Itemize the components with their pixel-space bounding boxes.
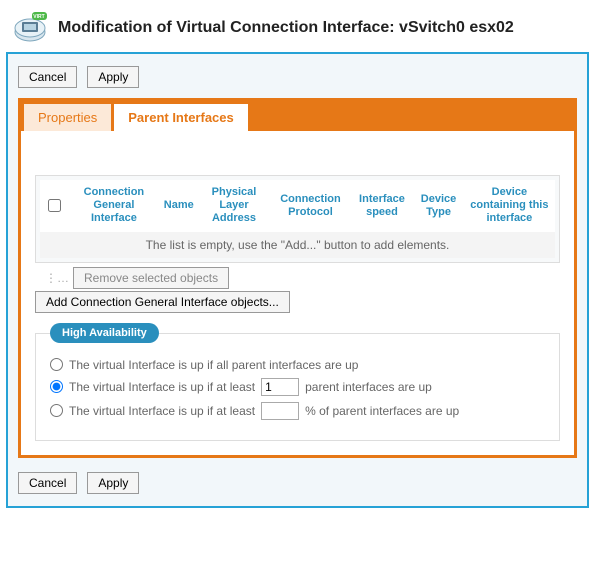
virt-icon: VIRT: [12, 10, 48, 46]
ha-option-atleast-count[interactable]: The virtual Interface is up if at least …: [50, 378, 545, 396]
ha-title-badge: High Availability: [50, 323, 159, 343]
tabs-container: Properties Parent Interfaces Connection …: [18, 98, 577, 458]
ha-opt3-suffix: % of parent interfaces are up: [305, 404, 459, 418]
apply-button-bottom[interactable]: Apply: [87, 472, 139, 494]
svg-text:VIRT: VIRT: [33, 14, 44, 20]
tabs-header: Properties Parent Interfaces: [21, 101, 574, 131]
tab-content: Connection General Interface Name Physic…: [21, 131, 574, 455]
col-device-containing[interactable]: Device containing this interface: [464, 180, 555, 232]
select-all-checkbox[interactable]: [48, 199, 61, 212]
page-title: Modification of Virtual Connection Inter…: [58, 19, 514, 37]
empty-message: The list is empty, use the "Add..." butt…: [40, 232, 555, 258]
ha-opt3-prefix: The virtual Interface is up if at least: [69, 404, 255, 418]
table-wrap: Connection General Interface Name Physic…: [35, 175, 560, 263]
ha-option-all-label: The virtual Interface is up if all paren…: [69, 358, 358, 372]
main-frame: Cancel Apply Properties Parent Interface…: [6, 52, 589, 508]
add-objects-button[interactable]: Add Connection General Interface objects…: [35, 291, 290, 313]
ha-option-atleast-percent[interactable]: The virtual Interface is up if at least …: [50, 402, 545, 420]
col-connection-protocol[interactable]: Connection Protocol: [270, 180, 350, 232]
window-header: VIRT Modification of Virtual Connection …: [0, 0, 595, 52]
tree-connector-icon: ⋮…: [45, 271, 69, 285]
ha-radio-atleast-percent[interactable]: [50, 404, 63, 417]
remove-selected-button[interactable]: Remove selected objects: [73, 267, 229, 289]
ha-opt2-suffix: parent interfaces are up: [305, 380, 432, 394]
apply-button-top[interactable]: Apply: [87, 66, 139, 88]
ha-percent-input[interactable]: [261, 402, 299, 420]
ha-radio-all[interactable]: [50, 358, 63, 371]
high-availability-section: High Availability The virtual Interface …: [35, 333, 560, 441]
cancel-button-top[interactable]: Cancel: [18, 66, 77, 88]
select-all-header[interactable]: [40, 180, 68, 232]
cancel-button-bottom[interactable]: Cancel: [18, 472, 77, 494]
below-table-actions: ⋮… Remove selected objects Add Connectio…: [35, 267, 560, 313]
ha-radio-atleast-count[interactable]: [50, 380, 63, 393]
bottom-button-row: Cancel Apply: [18, 472, 577, 494]
empty-row: The list is empty, use the "Add..." butt…: [40, 232, 555, 258]
col-connection-general-interface[interactable]: Connection General Interface: [68, 180, 160, 232]
tab-parent-interfaces[interactable]: Parent Interfaces: [114, 104, 248, 131]
top-button-row: Cancel Apply: [18, 66, 577, 88]
ha-option-all[interactable]: The virtual Interface is up if all paren…: [50, 358, 545, 372]
tab-properties[interactable]: Properties: [24, 104, 111, 131]
col-name[interactable]: Name: [160, 180, 198, 232]
col-interface-speed[interactable]: Interface speed: [351, 180, 414, 232]
ha-count-input[interactable]: [261, 378, 299, 396]
interfaces-table: Connection General Interface Name Physic…: [40, 180, 555, 258]
ha-opt2-prefix: The virtual Interface is up if at least: [69, 380, 255, 394]
col-physical-layer-address[interactable]: Physical Layer Address: [198, 180, 270, 232]
col-device-type[interactable]: Device Type: [413, 180, 463, 232]
